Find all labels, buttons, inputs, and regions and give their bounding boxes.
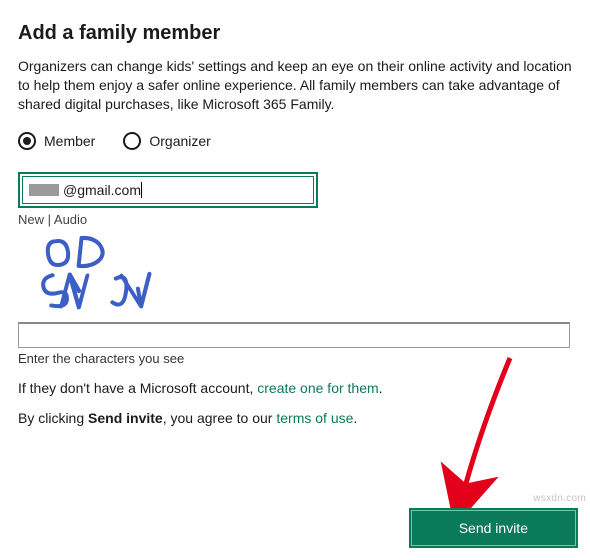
radio-organizer-label: Organizer <box>149 133 210 149</box>
page-title: Add a family member <box>18 22 572 45</box>
captcha-image <box>18 231 218 311</box>
radio-member[interactable]: Member <box>18 132 95 150</box>
agree-bold: Send invite <box>88 410 163 426</box>
watermark: wsxdn.com <box>533 493 586 504</box>
captcha-new-link[interactable]: New <box>18 212 44 227</box>
radio-icon <box>123 132 141 150</box>
no-account-prefix: If they don't have a Microsoft account, <box>18 380 257 396</box>
captcha-input[interactable] <box>18 322 570 348</box>
radio-icon <box>18 132 36 150</box>
captcha-audio-link[interactable]: Audio <box>54 212 87 227</box>
agree-suffix: . <box>353 410 357 426</box>
agree-line: By clicking Send invite, you agree to ou… <box>18 410 572 426</box>
radio-organizer[interactable]: Organizer <box>123 132 210 150</box>
redacted-text <box>29 184 59 196</box>
no-account-line: If they don't have a Microsoft account, … <box>18 380 572 396</box>
captcha-controls: New | Audio <box>18 212 572 227</box>
create-account-link[interactable]: create one for them <box>257 380 378 396</box>
agree-mid: , you agree to our <box>163 410 277 426</box>
annotation-arrow <box>440 350 540 520</box>
send-invite-button[interactable]: Send invite <box>409 508 578 548</box>
email-input[interactable]: @gmail.com <box>22 176 314 204</box>
footer: Send invite <box>409 508 578 548</box>
email-field-wrap: @gmail.com <box>18 172 318 208</box>
no-account-suffix: . <box>379 380 383 396</box>
terms-link[interactable]: terms of use <box>276 410 353 426</box>
text-caret <box>141 182 142 198</box>
radio-member-label: Member <box>44 133 95 149</box>
role-radio-group: Member Organizer <box>18 132 572 150</box>
page-description: Organizers can change kids' settings and… <box>18 57 572 114</box>
email-visible: @gmail.com <box>63 182 141 198</box>
agree-prefix: By clicking <box>18 410 88 426</box>
captcha-hint: Enter the characters you see <box>18 351 572 366</box>
separator: | <box>44 212 54 227</box>
